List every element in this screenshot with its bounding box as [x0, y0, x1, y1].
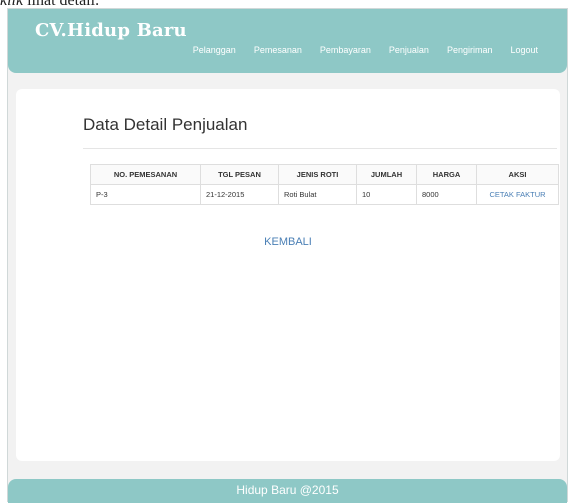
kembali-link[interactable]: KEMBALI: [16, 236, 560, 248]
navbar: CV.Hidup Baru Pelanggan Pemesanan Pembay…: [8, 9, 567, 73]
page-title: Data Detail Penjualan: [83, 115, 248, 134]
table-row: P-3 21-12-2015 Roti Bulat 10 8000 CETAK …: [90, 184, 559, 205]
brand-logo[interactable]: CV.Hidup Baru: [35, 20, 187, 41]
col-header-harga: HARGA: [416, 164, 477, 185]
col-header-aksi: AKSI: [476, 164, 559, 185]
nav-item-pemesanan[interactable]: Pemesanan: [245, 45, 311, 55]
col-header-jumlah: JUMLAH: [356, 164, 417, 185]
cetak-faktur-link[interactable]: CETAK FAKTUR: [489, 190, 545, 199]
top-caption: klik lihat detail.: [0, 0, 99, 9]
nav-item-logout[interactable]: Logout: [501, 45, 547, 55]
nav-item-pembayaran[interactable]: Pembayaran: [311, 45, 380, 55]
content-panel: Data Detail Penjualan NO. PEMESANAN TGL …: [16, 89, 560, 461]
footer: Hidup Baru @2015: [8, 479, 567, 503]
nav-item-penjualan[interactable]: Penjualan: [380, 45, 438, 55]
col-header-no-pemesanan: NO. PEMESANAN: [90, 164, 201, 185]
browser-frame: CV.Hidup Baru Pelanggan Pemesanan Pembay…: [7, 8, 568, 503]
cell-tgl-pesan: 21-12-2015: [200, 184, 279, 205]
cell-harga: 8000: [416, 184, 477, 205]
cell-jenis-roti: Roti Bulat: [278, 184, 357, 205]
nav-menu: Pelanggan Pemesanan Pembayaran Penjualan…: [184, 45, 547, 55]
col-header-tgl-pesan: TGL PESAN: [200, 164, 279, 185]
nav-item-pelanggan[interactable]: Pelanggan: [184, 45, 245, 55]
table-header-row: NO. PEMESANAN TGL PESAN JENIS ROTI JUMLA…: [90, 164, 559, 185]
cell-no-pemesanan: P-3: [90, 184, 201, 205]
nav-item-pengiriman[interactable]: Pengiriman: [438, 45, 502, 55]
sales-detail-table: NO. PEMESANAN TGL PESAN JENIS ROTI JUMLA…: [90, 164, 559, 205]
cell-jumlah: 10: [356, 184, 417, 205]
title-divider: [83, 148, 557, 149]
col-header-jenis-roti: JENIS ROTI: [278, 164, 357, 185]
cell-aksi: CETAK FAKTUR: [476, 184, 559, 205]
